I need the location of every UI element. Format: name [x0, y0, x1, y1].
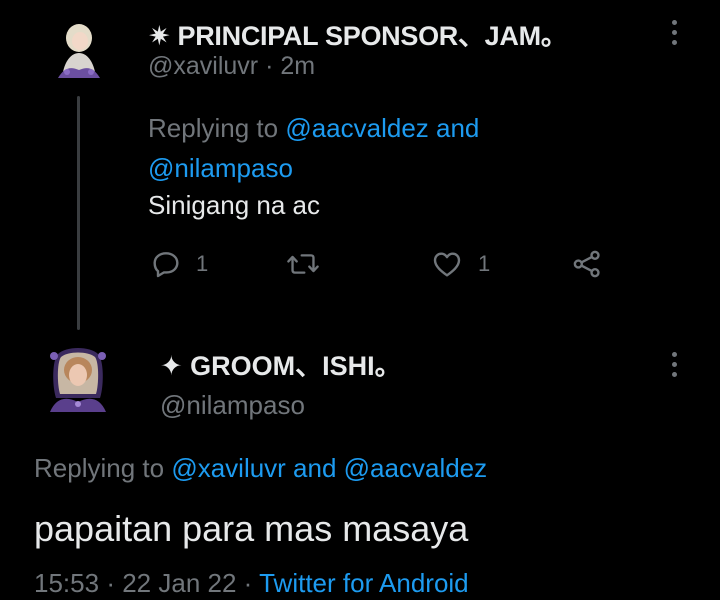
timestamp-date[interactable]: 22 Jan 22 — [122, 568, 236, 598]
timestamp-time[interactable]: 15:53 — [34, 568, 99, 598]
meta-separator: · — [265, 52, 274, 80]
tweet-actions: 1 1 — [148, 246, 618, 282]
retweet-button[interactable] — [286, 246, 320, 282]
heart-icon — [430, 248, 464, 280]
retweet-icon — [286, 248, 320, 280]
like-button[interactable]: 1 — [430, 246, 490, 282]
client-link[interactable]: Twitter for Android — [259, 568, 469, 598]
timestamp[interactable]: 2m — [280, 52, 315, 80]
more-options-button[interactable] — [672, 352, 677, 382]
footer-separator: · — [106, 568, 115, 598]
tweet-text: papaitan para mas masaya — [34, 508, 469, 549]
replying-to: Replying to @xaviluvr and @aacvaldez — [34, 453, 487, 484]
share-icon — [570, 248, 604, 280]
reply-icon — [150, 248, 182, 280]
handle[interactable]: @nilampaso — [160, 390, 305, 421]
more-vertical-icon — [672, 20, 677, 45]
avatar-nilampaso[interactable] — [46, 346, 110, 412]
thread-connector-line — [77, 96, 80, 330]
more-vertical-icon — [672, 352, 677, 377]
more-options-button[interactable] — [672, 20, 677, 50]
replying-to-prefix: Replying to — [34, 453, 165, 483]
display-name[interactable]: ✦ GROOM、ISHI。 — [160, 344, 402, 383]
like-count: 1 — [478, 251, 491, 276]
reply-count: 1 — [196, 251, 209, 276]
tweet-text: Sinigang na ac — [148, 190, 321, 220]
replying-to-prefix: Replying to — [148, 113, 279, 143]
reply-button[interactable]: 1 — [150, 246, 208, 282]
tweet-footer: 15:53 · 22 Jan 22 · Twitter for Android — [34, 568, 469, 599]
avatar-xaviluvr[interactable] — [50, 20, 108, 78]
display-name[interactable]: ✷ PRINCIPAL SPONSOR、JAM。 — [148, 14, 568, 53]
share-button[interactable] — [570, 246, 604, 282]
handle[interactable]: @xaviluvr — [148, 52, 258, 80]
replying-to: Replying to @aacvaldez and @nilampaso — [148, 108, 568, 188]
footer-separator: · — [243, 568, 253, 598]
tweet-meta: @xaviluvr · 2m — [148, 52, 315, 81]
replying-to-links[interactable]: @xaviluvr and @aacvaldez — [171, 453, 487, 483]
